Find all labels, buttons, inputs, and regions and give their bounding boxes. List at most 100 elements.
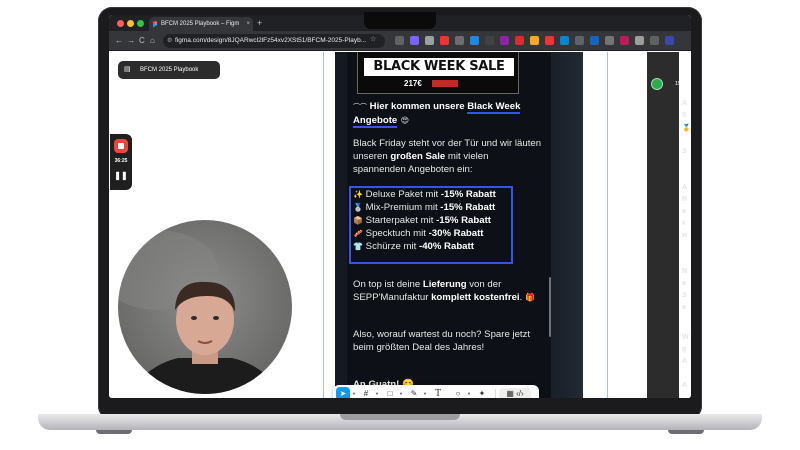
browser-tab-figma[interactable]: BFCM 2025 Playbook – Figm × xyxy=(149,17,253,31)
move-tool-button[interactable]: ➤ xyxy=(336,387,350,398)
extension-icon[interactable] xyxy=(650,36,659,45)
panel-text: a xyxy=(682,208,686,215)
back-button[interactable]: ← xyxy=(115,35,123,47)
stop-recording-button[interactable] xyxy=(114,139,128,153)
file-name: BFCM 2025 Playbook xyxy=(140,67,199,73)
figma-canvas[interactable]: ▤ BFCM 2025 Playbook 36:25 ❚❚ BLACK WEEK… xyxy=(109,52,691,398)
offer-item: 🥈 Mix-Premium mit -15% Rabatt xyxy=(353,202,496,213)
heart-eyes-emoji-icon: 😍 xyxy=(400,116,410,125)
screen: BFCM 2025 Playbook – Figm × + ← → C ⌂ ⚙ … xyxy=(109,15,691,398)
extension-icon[interactable] xyxy=(620,36,629,45)
bacon-icon: 🥓 xyxy=(353,229,363,238)
phone-side-rail xyxy=(551,52,583,398)
offer-item: 🥓 Specktuch mit -30% Rabatt xyxy=(353,228,484,239)
close-window-button[interactable] xyxy=(117,20,124,27)
minimize-window-button[interactable] xyxy=(127,20,134,27)
promo-tag xyxy=(432,80,458,87)
panel-text: 🥇 xyxy=(682,125,691,132)
panel-text: k xyxy=(682,220,686,227)
figma-toolbar: ➤ ▼ # ▼ □ ▼ ✎ ▼ T ○ ▼ ✦ ▦ ‹/› xyxy=(333,385,539,398)
chevron-down-icon[interactable]: ▼ xyxy=(375,385,379,398)
actions-tool-button[interactable]: ✦ xyxy=(473,385,491,398)
extension-icon[interactable] xyxy=(500,36,509,45)
chevron-down-icon[interactable]: ▼ xyxy=(467,385,471,398)
collaborator-count: 152 xyxy=(675,81,685,87)
extension-icon[interactable] xyxy=(440,36,449,45)
offer-item: 👕 Schürze mit -40% Rabatt xyxy=(353,241,474,252)
frame-guide-line xyxy=(323,52,324,398)
reload-button[interactable]: C xyxy=(139,35,145,47)
extension-icon[interactable] xyxy=(485,36,494,45)
url-text: figma.com/design/8JQARwcl2lFz54xv2XSt51/… xyxy=(175,37,367,44)
panel-text: a xyxy=(682,280,686,287)
hanging-lights-icon: ⌒⌒ xyxy=(353,104,367,111)
extension-icon[interactable] xyxy=(575,36,584,45)
extension-icon[interactable] xyxy=(605,36,614,45)
figma-favicon-icon xyxy=(152,21,158,27)
site-info-icon[interactable]: ⚙ xyxy=(167,34,172,48)
panel-text: N xyxy=(682,268,688,275)
sparkles-icon: ✨ xyxy=(353,190,363,199)
panel-text: g xyxy=(682,346,687,353)
pen-tool-button[interactable]: ✎ xyxy=(405,385,423,398)
panel-text: A xyxy=(682,100,688,107)
chevron-down-icon[interactable]: ▼ xyxy=(423,385,427,398)
panel-text: w xyxy=(682,232,688,239)
panel-text: A xyxy=(682,358,688,365)
message-ontop: On top ist deine Lieferung von der SEPP'… xyxy=(353,279,535,303)
toolbar-divider xyxy=(495,389,496,398)
extension-icon[interactable] xyxy=(665,36,674,45)
recording-timer: 36:25 xyxy=(114,158,128,164)
tab-close-icon[interactable]: × xyxy=(246,17,250,31)
right-panel-dark xyxy=(647,52,679,398)
chevron-down-icon[interactable]: ▼ xyxy=(399,385,403,398)
extension-icon[interactable] xyxy=(455,36,464,45)
bookmark-star-icon[interactable]: ☆ xyxy=(370,35,376,43)
panel-text: S xyxy=(682,148,687,155)
extension-icon[interactable] xyxy=(635,36,644,45)
figma-menu-icon[interactable]: ▤ xyxy=(124,61,131,79)
maximize-window-button[interactable] xyxy=(137,20,144,27)
frame-tool-button[interactable]: # xyxy=(357,385,375,398)
comment-tool-button[interactable]: ○ xyxy=(449,385,467,398)
panel-text: S xyxy=(682,292,687,299)
webcam-bubble xyxy=(118,220,292,394)
laptop-stage: BFCM 2025 Playbook – Figm × + ← → C ⌂ ⚙ … xyxy=(0,0,800,450)
camera-notch xyxy=(364,12,436,29)
panel-text: a xyxy=(682,304,686,311)
extension-icon[interactable] xyxy=(395,36,404,45)
figma-file-menu[interactable]: ▤ BFCM 2025 Playbook xyxy=(118,61,220,79)
laptop-base-groove xyxy=(340,414,460,420)
chevron-down-icon[interactable]: ▼ xyxy=(352,385,356,398)
package-icon: 📦 xyxy=(353,216,363,225)
shape-tool-button[interactable]: □ xyxy=(381,385,399,398)
user-avatar[interactable] xyxy=(651,78,663,90)
dev-mode-toggle[interactable]: ▦ ‹/› xyxy=(499,388,531,398)
message-heading: ⌒⌒ Hier kommen unsere Black Week Angebot… xyxy=(353,100,543,128)
extension-icon[interactable] xyxy=(410,36,419,45)
home-button[interactable]: ⌂ xyxy=(150,35,155,47)
extension-icon[interactable] xyxy=(560,36,569,45)
message-intro: Black Friday steht vor der Tür und wir l… xyxy=(353,138,542,175)
text-tool-button[interactable]: T xyxy=(429,385,447,398)
forward-button[interactable]: → xyxy=(127,35,135,47)
message-closing: Also, worauf wartest du noch? Spare jetz… xyxy=(353,329,531,353)
extension-icon[interactable] xyxy=(545,36,554,45)
pause-recording-button[interactable]: ❚❚ xyxy=(110,171,132,180)
new-tab-button[interactable]: + xyxy=(257,17,262,29)
offer-item: 📦 Starterpaket mit -15% Rabatt xyxy=(353,215,491,226)
promo-title: BLACK WEEK SALE xyxy=(364,58,514,76)
extension-icon[interactable] xyxy=(425,36,434,45)
heading-prefix: Hier kommen unsere xyxy=(369,101,468,112)
extension-icon[interactable] xyxy=(515,36,524,45)
phone-mockup[interactable]: BLACK WEEK SALE 217€ ⌒⌒ Hier kommen unse… xyxy=(335,52,583,398)
promo-image: BLACK WEEK SALE 217€ xyxy=(357,52,519,94)
url-field[interactable]: ⚙ figma.com/design/8JQARwcl2lFz54xv2XSt5… xyxy=(163,34,385,48)
tab-title: BFCM 2025 Playbook – Figm xyxy=(161,21,240,27)
medal-icon: 🥈 xyxy=(353,203,363,212)
scrollbar[interactable] xyxy=(549,277,551,337)
extension-icon[interactable] xyxy=(590,36,599,45)
extension-icon[interactable] xyxy=(530,36,539,45)
presenter-video xyxy=(118,230,282,394)
extension-icon[interactable] xyxy=(470,36,479,45)
